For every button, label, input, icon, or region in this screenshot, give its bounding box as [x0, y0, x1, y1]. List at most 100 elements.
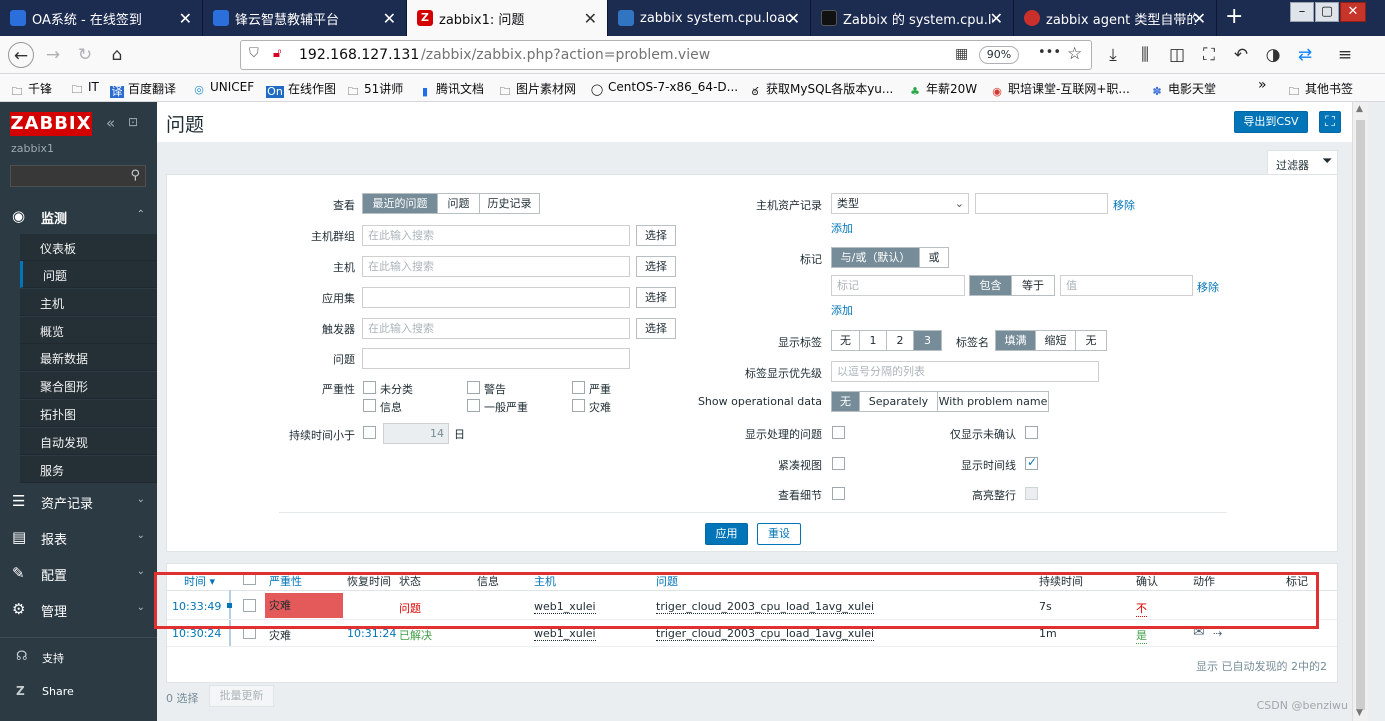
- op-data-none[interactable]: 无: [832, 392, 860, 411]
- sidebar-toggle-icon[interactable]: ◫: [1164, 42, 1190, 68]
- row-host[interactable]: web1_xulei: [534, 627, 596, 641]
- browser-tab[interactable]: zabbix agent 类型自带的 ✕: [1014, 0, 1217, 36]
- share-link[interactable]: Share: [42, 685, 74, 698]
- url-bar[interactable]: ⛉ 🔓︎ 192.168.127.131 /zabbix/zabbix.php?…: [240, 40, 1092, 70]
- close-icon[interactable]: ✕: [787, 9, 800, 28]
- submenu-screens[interactable]: 聚合图形: [20, 372, 157, 399]
- age-days-input[interactable]: 14: [383, 423, 449, 444]
- reload-icon[interactable]: ↻: [72, 42, 98, 68]
- scrollbar-thumb[interactable]: [1356, 120, 1365, 710]
- op-data-separately[interactable]: Separately: [860, 392, 938, 411]
- tag-remove-link[interactable]: 移除: [1197, 279, 1219, 295]
- tags-and-or[interactable]: 与/或（默认）: [832, 248, 920, 267]
- crop-icon[interactable]: ⛶: [1196, 42, 1222, 68]
- qr-code-icon[interactable]: ▦: [955, 46, 968, 62]
- view-problems[interactable]: 问题: [438, 194, 480, 213]
- tag-priority-input[interactable]: 以逗号分隔的列表: [831, 361, 1099, 382]
- undo-icon[interactable]: ↶: [1228, 42, 1254, 68]
- library-icon[interactable]: ⫼: [1132, 42, 1158, 68]
- tag-name-none[interactable]: 无: [1076, 331, 1106, 350]
- browser-tab[interactable]: Zabbix 的 system.cpu.loa ✕: [811, 0, 1014, 36]
- show-suppressed-checkbox[interactable]: [832, 426, 845, 439]
- tag-equals[interactable]: 等于: [1012, 276, 1054, 295]
- bookmark-item[interactable]: 🗀 千锋: [10, 80, 53, 98]
- severity-information-checkbox[interactable]: [363, 399, 376, 412]
- bookmark-item[interactable]: ఠ 获取MySQL各版本yu...: [748, 80, 894, 98]
- sync-icon[interactable]: ⇄: [1292, 42, 1318, 68]
- row-problem[interactable]: triger_cloud_2003_cpu_load_1avg_xulei: [656, 627, 875, 641]
- tag-value-input[interactable]: 值: [1060, 275, 1193, 296]
- severity-average-checkbox[interactable]: [467, 399, 480, 412]
- browser-tab[interactable]: 锋云智慧教辅平台 ✕: [203, 0, 407, 36]
- hosts-input[interactable]: 在此输入搜索: [362, 256, 630, 277]
- star-icon[interactable]: ☆: [1067, 44, 1082, 64]
- submenu-overview[interactable]: 概览: [20, 317, 157, 344]
- host-groups-input[interactable]: 在此输入搜索: [362, 225, 630, 246]
- bookmark-item[interactable]: 🗀 51讲师: [346, 80, 404, 98]
- home-icon[interactable]: ⌂: [104, 42, 130, 68]
- show-details-checkbox[interactable]: [832, 487, 845, 500]
- show-tags-1[interactable]: 1: [860, 331, 887, 350]
- close-icon[interactable]: ✕: [179, 9, 192, 28]
- more-actions-icon[interactable]: •••: [1038, 45, 1061, 60]
- tag-contains[interactable]: 包含: [970, 276, 1012, 295]
- show-timeline-checkbox[interactable]: [1025, 455, 1038, 470]
- submenu-dashboard[interactable]: 仪表板: [20, 234, 157, 261]
- application-select-button[interactable]: 选择: [636, 287, 676, 308]
- page-scrollbar[interactable]: ▲ ▼: [1352, 102, 1368, 721]
- bookmark-item[interactable]: ▮ 腾讯文档: [418, 80, 484, 98]
- inventory-field-select[interactable]: 类型 ⌄: [831, 193, 969, 214]
- mass-update-button[interactable]: 批量更新: [209, 685, 274, 707]
- menu-configuration[interactable]: ✎ 配置 ⌄: [0, 555, 157, 591]
- close-icon[interactable]: ✕: [1193, 9, 1206, 28]
- menu-monitoring[interactable]: ◉ 监测 ⌃: [0, 198, 157, 234]
- support-link[interactable]: 支持: [42, 650, 64, 666]
- back-arrow-icon[interactable]: ←: [8, 42, 34, 68]
- forward-arrow-icon[interactable]: →: [40, 42, 66, 68]
- problem-input[interactable]: [362, 348, 630, 369]
- bookmark-item[interactable]: ◉ 职培课堂-互联网+职...: [990, 80, 1130, 98]
- menu-inventory[interactable]: ☰ 资产记录 ⌄: [0, 483, 157, 519]
- submenu-latest-data[interactable]: 最新数据: [20, 344, 157, 371]
- download-icon[interactable]: ⤓: [1100, 42, 1126, 68]
- host-groups-select-button[interactable]: 选择: [636, 225, 676, 246]
- kiosk-mode-icon[interactable]: ⊡: [128, 115, 138, 129]
- close-window-button[interactable]: ✕: [1340, 2, 1366, 22]
- browser-tab[interactable]: zabbix system.cpu.load_ ✕: [608, 0, 811, 36]
- tag-name-input[interactable]: 标记: [831, 275, 965, 296]
- submenu-hosts[interactable]: 主机: [20, 289, 157, 316]
- reset-button[interactable]: 重设: [757, 523, 801, 545]
- view-recent-problems[interactable]: 最近的问题: [363, 194, 438, 213]
- menu-reports[interactable]: ▤ 报表 ⌄: [0, 519, 157, 555]
- submenu-services[interactable]: 服务: [20, 456, 157, 483]
- scroll-down-icon[interactable]: ▼: [1356, 708, 1363, 718]
- tags-or[interactable]: 或: [920, 248, 948, 267]
- age-checkbox[interactable]: [363, 426, 376, 439]
- submenu-problems[interactable]: 问题: [20, 261, 157, 288]
- inventory-add-link[interactable]: 添加: [831, 220, 853, 236]
- submenu-maps[interactable]: 拓扑图: [20, 400, 157, 427]
- show-tags-none[interactable]: 无: [832, 331, 860, 350]
- bookmark-item[interactable]: On 在线作图: [266, 80, 336, 98]
- bookmark-item[interactable]: 🗀 图片素材网: [498, 80, 577, 98]
- apply-button[interactable]: 应用: [705, 523, 748, 545]
- compact-view-checkbox[interactable]: [832, 457, 845, 470]
- close-icon[interactable]: ✕: [584, 9, 597, 28]
- op-data-with-name[interactable]: With problem name: [938, 392, 1048, 411]
- menu-icon[interactable]: ≡: [1332, 42, 1358, 68]
- zoom-level[interactable]: 90%: [979, 46, 1019, 64]
- submenu-discovery[interactable]: 自动发现: [20, 428, 157, 455]
- severity-not-classified-checkbox[interactable]: [363, 381, 376, 394]
- tag-add-link[interactable]: 添加: [831, 302, 853, 318]
- application-input[interactable]: [362, 287, 630, 308]
- scroll-up-icon[interactable]: ▲: [1356, 104, 1363, 114]
- show-tags-2[interactable]: 2: [887, 331, 914, 350]
- bookmark-item[interactable]: ◯ CentOS-7-x86_64-D...: [590, 80, 738, 96]
- new-tab-button[interactable]: +: [1225, 4, 1243, 29]
- search-icon[interactable]: ⚲: [130, 168, 140, 183]
- export-csv-button[interactable]: 导出到CSV: [1234, 111, 1308, 133]
- bookmark-item[interactable]: 🗀 IT: [70, 80, 99, 96]
- triggers-select-button[interactable]: 选择: [636, 318, 676, 339]
- other-bookmarks[interactable]: 🗀 其他书签: [1287, 80, 1354, 98]
- inventory-value-input[interactable]: [975, 193, 1108, 214]
